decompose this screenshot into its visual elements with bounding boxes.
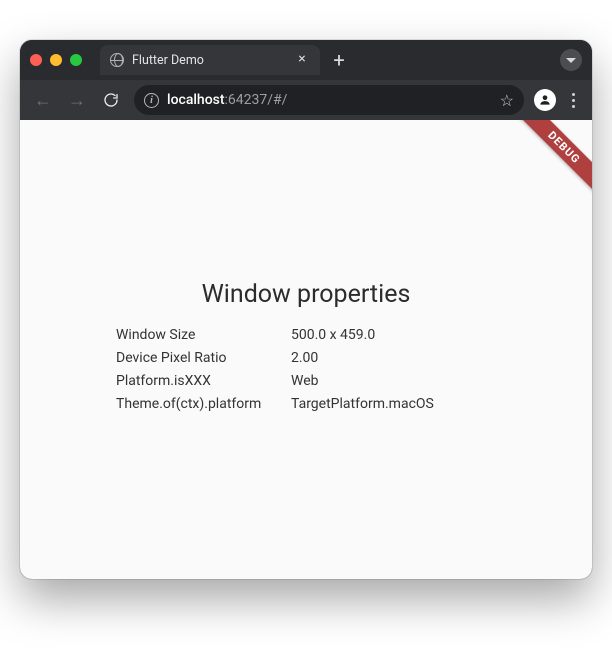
dot-icon: [572, 93, 575, 96]
menu-button[interactable]: [562, 87, 584, 114]
arrow-right-icon: →: [68, 90, 86, 111]
property-label: Window Size: [116, 327, 291, 343]
browser-window: Flutter Demo × + ← → i: [20, 40, 592, 579]
window-close-button[interactable]: [30, 54, 42, 66]
property-label: Theme.of(ctx).platform: [116, 396, 291, 412]
window-minimize-button[interactable]: [50, 54, 62, 66]
new-tab-button[interactable]: +: [326, 47, 352, 73]
dot-icon: [572, 99, 575, 102]
dot-icon: [572, 105, 575, 108]
tab-close-button[interactable]: ×: [294, 52, 310, 68]
forward-button[interactable]: →: [62, 85, 92, 115]
profile-button[interactable]: [534, 89, 556, 111]
globe-icon: [110, 53, 124, 67]
page-heading: Window properties: [116, 280, 496, 309]
url-display: localhost:64237/#/: [167, 92, 287, 108]
property-label: Device Pixel Ratio: [116, 350, 291, 366]
arrow-left-icon: ←: [34, 90, 52, 111]
account-switcher-button[interactable]: [560, 49, 582, 71]
chevron-down-icon: [566, 58, 576, 63]
back-button[interactable]: ←: [28, 85, 58, 115]
person-icon: [538, 93, 552, 107]
property-value: 2.00: [291, 350, 496, 366]
bookmark-button[interactable]: ☆: [500, 91, 514, 110]
tabstrip: Flutter Demo × +: [100, 45, 582, 75]
property-value: 500.0 x 459.0: [291, 327, 496, 343]
page-content: Window properties Window Size 500.0 x 45…: [116, 280, 496, 412]
property-value: TargetPlatform.macOS: [291, 396, 496, 412]
reload-button[interactable]: [96, 85, 126, 115]
window-maximize-button[interactable]: [70, 54, 82, 66]
properties-table: Window Size 500.0 x 459.0 Device Pixel R…: [116, 327, 496, 412]
url-path: :64237/#/: [225, 92, 288, 108]
window-controls: [30, 54, 82, 66]
browser-tab[interactable]: Flutter Demo ×: [100, 45, 320, 75]
property-value: Web: [291, 373, 496, 389]
url-host: localhost: [167, 92, 225, 108]
debug-banner: DEBUG: [508, 120, 592, 204]
tab-title: Flutter Demo: [132, 53, 286, 68]
property-label: Platform.isXXX: [116, 373, 291, 389]
site-info-icon[interactable]: i: [144, 93, 159, 108]
page-viewport: DEBUG Window properties Window Size 500.…: [20, 120, 592, 579]
address-bar[interactable]: i localhost:64237/#/ ☆: [134, 85, 524, 115]
toolbar: ← → i localhost:64237/#/ ☆: [20, 80, 592, 120]
titlebar: Flutter Demo × +: [20, 40, 592, 80]
reload-icon: [103, 92, 119, 108]
